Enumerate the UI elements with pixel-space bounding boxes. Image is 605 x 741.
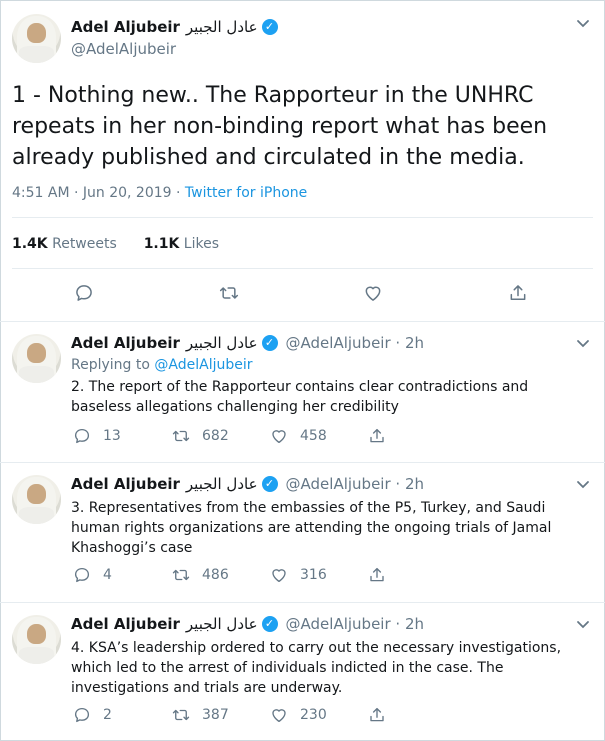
share-icon <box>370 707 384 722</box>
reply-icon <box>74 707 90 723</box>
main-tweet-actions <box>0 282 605 306</box>
tweet-timestamp[interactable]: 4:51 AM · Jun 20, 2019 · <box>12 185 185 201</box>
likes-count: 1.1K <box>143 236 180 252</box>
reply-count: 4 <box>103 567 112 583</box>
reply-tweet[interactable]: Adel Aljubeir عادل الجبير ✓ @AdelAljubei… <box>0 603 605 739</box>
author-handle-time[interactable]: @AdelAljubeir · 2h <box>286 475 424 493</box>
verified-icon: ✓ <box>261 476 278 492</box>
author-name[interactable]: Adel Aljubeir <box>71 615 180 633</box>
reply-button[interactable]: 2 <box>73 706 112 724</box>
tweet-stats: 1.4K Retweets 1.1K Likes <box>12 236 219 252</box>
reply-button[interactable]: 4 <box>73 566 112 584</box>
avatar[interactable] <box>12 14 61 63</box>
like-button[interactable]: 316 <box>270 566 327 584</box>
divider <box>12 268 593 269</box>
reply-tweet[interactable]: Adel Aljubeir عادل الجبير ✓ @AdelAljubei… <box>0 322 605 463</box>
like-button[interactable]: 458 <box>270 427 327 445</box>
author-handle[interactable]: @AdelAljubeir <box>71 40 176 58</box>
reply-icon <box>74 567 90 583</box>
retweet-icon <box>172 709 190 721</box>
author-name-arabic[interactable]: عادل الجبير <box>186 475 258 493</box>
author-name[interactable]: Adel Aljubeir <box>71 475 180 493</box>
share-button[interactable] <box>368 706 386 724</box>
retweet-button[interactable]: 387 <box>172 706 229 724</box>
author-name-arabic[interactable]: عادل الجبير <box>186 615 258 633</box>
tweet-source-link[interactable]: Twitter for iPhone <box>185 185 307 201</box>
like-count: 316 <box>300 567 327 583</box>
share-button[interactable] <box>368 566 386 584</box>
reply-button[interactable] <box>74 283 94 303</box>
heart-icon <box>272 569 286 583</box>
reply-icon <box>76 285 92 301</box>
retweets-count: 1.4K <box>12 236 48 252</box>
author-name[interactable]: Adel Aljubeir <box>71 334 180 352</box>
reply-count: 2 <box>103 707 112 723</box>
like-button[interactable]: 230 <box>270 706 327 724</box>
share-icon <box>510 285 526 300</box>
share-button[interactable] <box>368 427 386 445</box>
verified-icon: ✓ <box>261 335 278 351</box>
heart-icon <box>365 286 381 301</box>
likes-stat[interactable]: 1.1K Likes <box>144 236 219 252</box>
reply-text: 3. Representatives from the embassies of… <box>71 500 552 556</box>
retweet-button[interactable]: 486 <box>172 566 229 584</box>
replying-prefix: Replying to <box>71 357 155 373</box>
divider <box>12 217 593 218</box>
share-button[interactable] <box>508 283 528 303</box>
reply-text: 4. KSA’s leadership ordered to carry out… <box>71 640 562 696</box>
verified-icon: ✓ <box>261 616 278 632</box>
author-name-row[interactable]: Adel Aljubeir عادل الجبير ✓ @AdelAljubei… <box>71 475 424 493</box>
like-count: 458 <box>300 428 327 444</box>
tweet-meta: 4:51 AM · Jun 20, 2019 · Twitter for iPh… <box>12 185 307 201</box>
main-tweet: Adel Aljubeir عادل الجبير ✓ @AdelAljubei… <box>0 0 605 322</box>
author-name-arabic[interactable]: عادل الجبير <box>186 18 258 36</box>
tweet-text: 1 - Nothing new.. The Rapporteur in the … <box>12 83 548 170</box>
heart-icon <box>272 430 286 444</box>
chevron-down-icon[interactable] <box>575 336 591 352</box>
author-name[interactable]: Adel Aljubeir <box>71 18 180 36</box>
author-name-row[interactable]: Adel Aljubeir عادل الجبير ✓ @AdelAljubei… <box>71 334 424 352</box>
reply-button[interactable]: 13 <box>73 427 121 445</box>
reply-text: 2. The report of the Rapporteur contains… <box>71 379 529 415</box>
author-name-arabic[interactable]: عادل الجبير <box>186 334 258 352</box>
share-icon <box>370 567 384 582</box>
retweets-stat[interactable]: 1.4K Retweets <box>12 236 117 252</box>
retweets-label: Retweets <box>52 236 117 252</box>
reply-tweet[interactable]: Adel Aljubeir عادل الجبير ✓ @AdelAljubei… <box>0 463 605 603</box>
retweet-button[interactable]: 682 <box>172 427 229 445</box>
heart-icon <box>272 709 286 723</box>
avatar[interactable] <box>12 475 61 524</box>
likes-label: Likes <box>183 236 220 252</box>
chevron-down-icon[interactable] <box>575 617 591 633</box>
retweet-icon <box>172 430 190 442</box>
avatar[interactable] <box>12 615 61 664</box>
like-count: 230 <box>300 707 327 723</box>
chevron-down-icon[interactable] <box>575 477 591 493</box>
avatar[interactable] <box>12 334 61 383</box>
retweet-icon <box>219 287 239 299</box>
author-name-row[interactable]: Adel Aljubeir عادل الجبير ✓ <box>71 18 278 36</box>
share-icon <box>370 428 384 443</box>
retweet-count: 486 <box>202 567 229 583</box>
replying-handle-link[interactable]: @AdelAljubeir <box>154 357 252 373</box>
reply-count: 13 <box>103 428 121 444</box>
replying-to: Replying to @AdelAljubeir <box>71 357 253 373</box>
retweet-count: 682 <box>202 428 229 444</box>
verified-icon: ✓ <box>261 19 278 35</box>
like-button[interactable] <box>363 283 383 303</box>
author-name-row[interactable]: Adel Aljubeir عادل الجبير ✓ @AdelAljubei… <box>71 615 424 633</box>
author-handle-time[interactable]: @AdelAljubeir · 2h <box>286 615 424 633</box>
retweet-count: 387 <box>202 707 229 723</box>
chevron-down-icon[interactable] <box>575 16 591 32</box>
author-handle-time[interactable]: @AdelAljubeir · 2h <box>286 334 424 352</box>
reply-icon <box>74 428 90 444</box>
retweet-icon <box>172 569 190 581</box>
retweet-button[interactable] <box>219 283 239 303</box>
